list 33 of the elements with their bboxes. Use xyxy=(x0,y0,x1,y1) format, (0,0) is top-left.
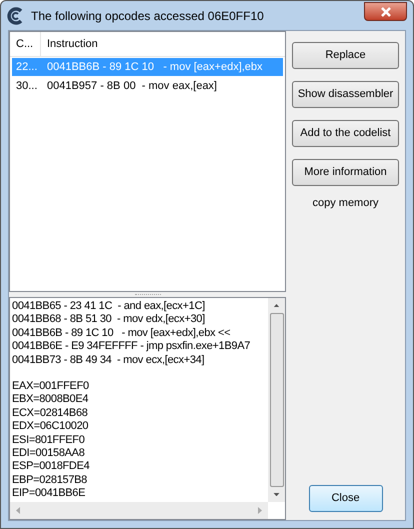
close-button[interactable]: Close xyxy=(308,485,382,512)
register-line: EAX=001FFEF0 xyxy=(12,380,90,394)
disassembly-line: 0041BB6B - 89 1C 10 - mov [eax+edx],ebx << xyxy=(12,326,232,340)
disassembly-line: 0041BB73 - 8B 49 34 - mov ecx,[ecx+34] xyxy=(12,354,206,368)
list-row[interactable]: 30... 0041B957 - 8B 00 - mov eax,[eax] xyxy=(12,77,283,95)
action-button[interactable]: Show disassembler xyxy=(292,81,399,108)
close-window-button[interactable] xyxy=(364,2,407,21)
register-line: EDI=00158AA8 xyxy=(12,447,86,460)
disassembly-line: 0041BB6E - E9 34FEFFFF - jmp psxfin.exe+1B9A7 xyxy=(12,340,252,354)
scroll-up-icon[interactable] xyxy=(273,304,280,308)
horizontal-scrollbar[interactable] xyxy=(10,502,268,519)
window-title: The following opcodes accessed 06E0FF10 xyxy=(31,8,265,24)
register-line: ESI=801FFEF0 xyxy=(12,434,86,448)
vertical-scrollbar[interactable] xyxy=(268,298,285,502)
column-header[interactable]: Instruction xyxy=(41,32,98,56)
register-line: EBP=028157B8 xyxy=(12,474,88,488)
action-button[interactable]: Replace xyxy=(292,42,399,69)
app-logo-icon xyxy=(7,6,25,24)
disassembly-line: 0041BB65 - 23 41 1C - and eax,[ecx+1C] xyxy=(12,300,206,314)
scroll-left-icon[interactable] xyxy=(16,507,20,514)
scroll-right-icon[interactable] xyxy=(258,507,262,514)
register-line: ECX=02814B68 xyxy=(12,406,89,420)
register-line: EIP=0041BB6E xyxy=(12,487,86,501)
column-header[interactable]: C... xyxy=(10,32,41,56)
close-icon xyxy=(380,6,392,16)
action-button[interactable]: Add to the codelist xyxy=(292,120,399,147)
copy-memory-label: copy memory xyxy=(312,196,379,211)
action-button[interactable]: More information xyxy=(292,159,399,186)
scroll-down-icon[interactable] xyxy=(273,492,280,496)
register-line: EDX=06C10020 xyxy=(12,420,90,434)
disassembly-line: 0041BB68 - 8B 51 30 - mov edx,[ecx+30] xyxy=(12,313,206,327)
register-line: EBX=8008B0E4 xyxy=(12,393,90,407)
register-line: ESP=0018FDE4 xyxy=(12,460,90,474)
